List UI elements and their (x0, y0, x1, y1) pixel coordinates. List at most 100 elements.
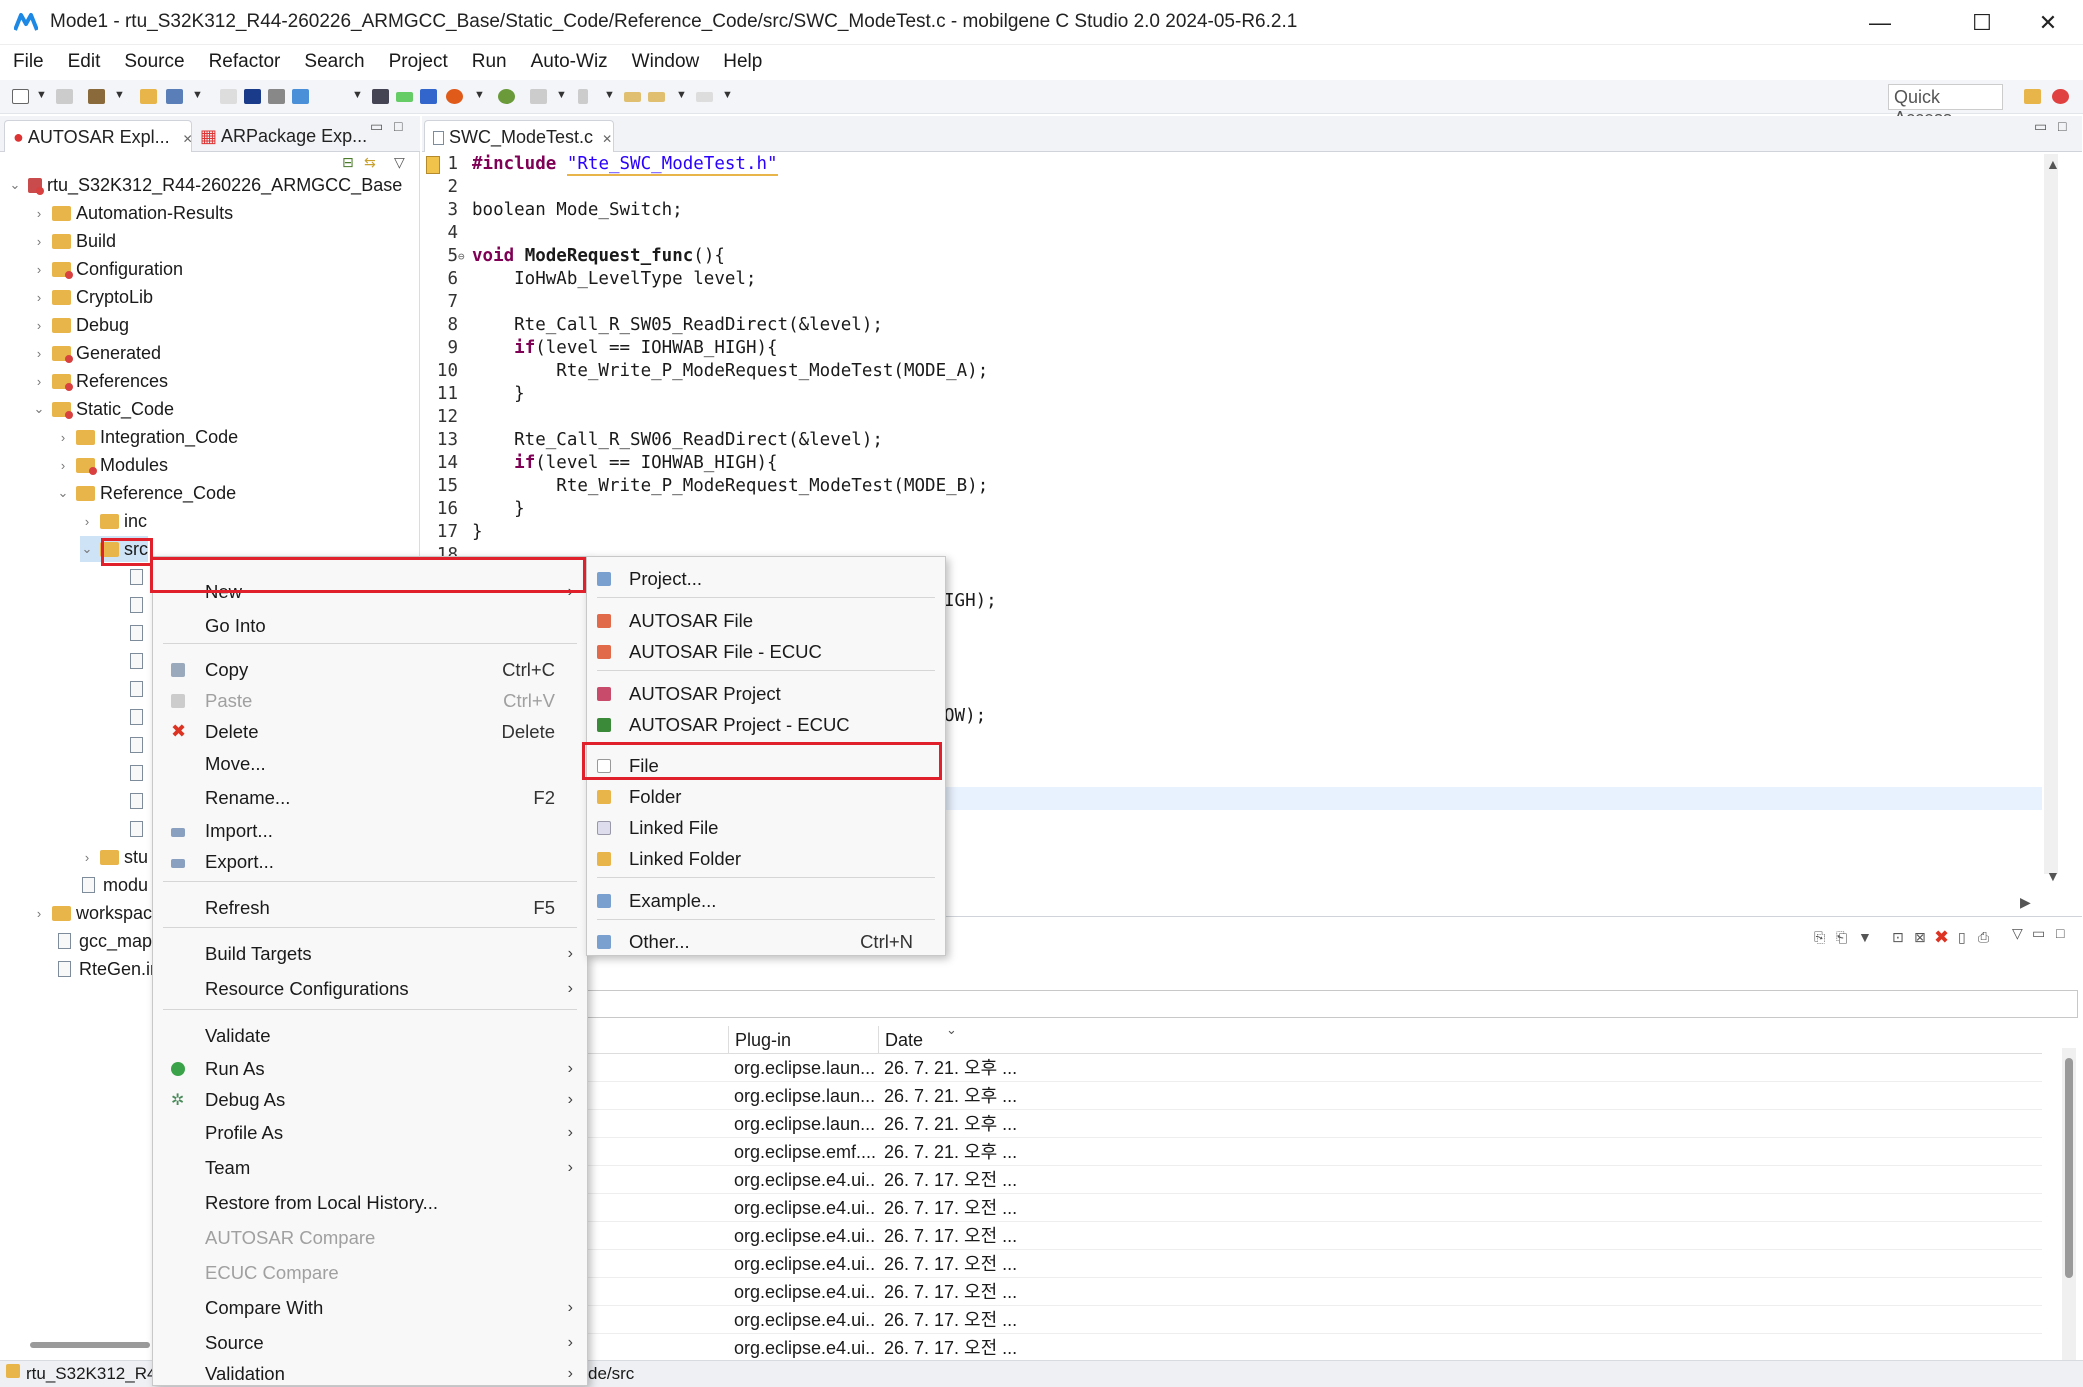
menu-item-delete[interactable]: ✖ Delete Delete (153, 717, 587, 747)
table-row[interactable]: posedorg.eclipse.e4.ui...26. 7. 17. 오전 .… (422, 1166, 2042, 1194)
clear-log-icon[interactable]: ⊡ (1892, 929, 1904, 946)
table-row[interactable]: posedorg.eclipse.e4.ui...26. 7. 17. 오전 .… (422, 1334, 2042, 1362)
close-icon[interactable]: ✕ (602, 132, 612, 146)
menu-file[interactable]: File (0, 51, 56, 73)
tab-arpackage-explorer[interactable]: ▦ ARPackage Exp... (192, 120, 367, 152)
minimize-view-icon[interactable]: ▭ (2032, 925, 2045, 942)
table-row[interactable]: posedorg.eclipse.e4.ui...26. 7. 17. 오전 .… (422, 1250, 2042, 1278)
menu-refactor[interactable]: Refactor (197, 51, 293, 73)
tree-item-debug[interactable]: › Debug (32, 312, 129, 338)
submenu-item-other[interactable]: Other... Ctrl+N (587, 927, 945, 957)
menu-item-ecuc-compare[interactable]: ECUC Compare (153, 1258, 587, 1288)
tree-item-configuration[interactable]: › Configuration (32, 256, 183, 282)
tree-item-references[interactable]: › References (32, 368, 168, 394)
view-menu-icon[interactable]: ▽ (2012, 925, 2023, 942)
column-plugin[interactable]: Plug-in (728, 1026, 868, 1054)
menu-item-new[interactable]: New › (153, 577, 587, 607)
tab-swc-modetest[interactable]: SWC_ModeTest.c ✕ (424, 120, 614, 152)
tree-item-stu[interactable]: › stu (80, 844, 148, 870)
tree-item-reference-code[interactable]: ⌄ Reference_Code (56, 480, 237, 506)
back-icon[interactable] (648, 92, 665, 102)
scrollbar-thumb[interactable] (2065, 1058, 2073, 1278)
debug-icon[interactable] (446, 89, 463, 104)
tree-item-workspace[interactable]: › workspac (32, 900, 152, 926)
tree-item-generated[interactable]: › Generated (32, 340, 161, 366)
edit-icon[interactable] (220, 89, 237, 104)
chevron-right-icon[interactable]: › (32, 346, 46, 361)
chevron-right-icon[interactable]: › (80, 850, 94, 865)
chevron-right-icon[interactable]: › (56, 458, 70, 473)
tree-item-gcc-map[interactable]: gcc_map (58, 928, 152, 954)
menu-item-resource-configurations[interactable]: Resource Configurations › (153, 974, 587, 1004)
maximize-button[interactable]: ☐ (1950, 0, 2014, 45)
chevron-right-icon[interactable]: › (32, 906, 46, 921)
chevron-right-icon[interactable]: › (80, 514, 94, 529)
chevron-down-icon[interactable]: ⌄ (8, 177, 22, 193)
menu-item-export[interactable]: Export... (153, 847, 587, 877)
tree-root[interactable]: ⌄ rtu_S32K312_R44-260226_ARMGCC_Base (8, 172, 402, 198)
menu-search[interactable]: Search (292, 51, 376, 73)
autosar-perspective-icon[interactable] (2052, 89, 2069, 104)
tree-file-item[interactable] (130, 732, 151, 758)
horizontal-scrollbar[interactable] (30, 1342, 150, 1348)
grid-icon[interactable] (372, 89, 389, 104)
chevron-right-icon[interactable]: › (56, 430, 70, 445)
chevron-down-icon[interactable]: ⌄ (80, 541, 94, 557)
submenu-item-example[interactable]: Example... (587, 886, 945, 916)
minimize-view-icon[interactable]: ▭ (370, 118, 383, 135)
tree-item-static-code[interactable]: ⌄ Static_Code (32, 396, 174, 422)
open-folder-icon[interactable] (140, 89, 157, 104)
link-editor-icon[interactable]: ⇆ (364, 154, 376, 171)
menu-item-compare-with[interactable]: Compare With › (153, 1293, 587, 1323)
menu-item-restore-local-history[interactable]: Restore from Local History... (153, 1188, 587, 1218)
maximize-view-icon[interactable]: □ (2058, 118, 2066, 134)
submenu-item-project[interactable]: Project... (587, 564, 945, 594)
menu-edit[interactable]: Edit (56, 51, 113, 73)
wizard-icon[interactable] (268, 89, 285, 104)
open-log-icon[interactable]: ▯ (1958, 929, 1966, 946)
chevron-down-icon[interactable]: ⌄ (32, 401, 46, 417)
submenu-item-folder[interactable]: Folder (587, 782, 945, 812)
scroll-right-icon[interactable]: ▶ (2020, 894, 2031, 911)
back-history-icon[interactable] (624, 92, 641, 102)
tree-file-item[interactable] (130, 788, 151, 814)
forward-icon[interactable] (696, 92, 713, 102)
menu-item-refresh[interactable]: Refresh F5 (153, 893, 587, 923)
dropdown-icon[interactable]: ▼ (604, 89, 615, 101)
submenu-item-autosar-file-ecuc[interactable]: AUTOSAR File - ECUC (587, 637, 945, 667)
tree-item-rtegen[interactable]: RteGen.ir (58, 956, 156, 982)
menu-item-build-targets[interactable]: Build Targets › (153, 939, 587, 969)
menu-window[interactable]: Window (620, 51, 712, 73)
dropdown-icon[interactable]: ▼ (556, 89, 567, 101)
chevron-right-icon[interactable]: › (32, 206, 46, 221)
menu-item-rename[interactable]: Rename... F2 (153, 783, 587, 813)
chevron-right-icon[interactable]: › (32, 234, 46, 249)
tab-autosar-explorer[interactable]: ● AUTOSAR Expl... ✕ (4, 120, 193, 152)
collapse-all-icon[interactable]: ⊟ (342, 154, 354, 171)
tree-file-item[interactable] (130, 564, 151, 590)
save-icon[interactable] (56, 89, 73, 104)
chevron-down-icon[interactable]: ⌄ (56, 485, 70, 501)
scroll-up-icon[interactable]: ▲ (2046, 156, 2060, 172)
menu-item-import[interactable]: Import... (153, 816, 587, 846)
restore-log-icon[interactable]: ⎙ (1978, 929, 1989, 946)
nav-icon[interactable] (578, 89, 588, 104)
menu-item-validation[interactable]: Validation › (153, 1363, 587, 1385)
tree-file-item[interactable] (130, 760, 151, 786)
vertical-scrollbar[interactable] (2044, 154, 2058, 874)
table-row[interactable]: xpression is missiorg.eclipse.laun...26.… (422, 1110, 2042, 1138)
terminal-icon[interactable] (244, 89, 261, 104)
view-menu-icon[interactable]: ▽ (394, 154, 405, 171)
menu-item-move[interactable]: Move... (153, 749, 587, 779)
submenu-item-linked-folder[interactable]: Linked Folder (587, 844, 945, 874)
export-log-icon[interactable]: ⎘ (1814, 929, 1825, 946)
menu-item-debug-as[interactable]: ✲ Debug As › (153, 1085, 587, 1115)
maximize-view-icon[interactable]: □ (2056, 925, 2064, 941)
table-row[interactable]: xpression is missiorg.eclipse.laun...26.… (422, 1054, 2042, 1082)
dropdown-icon[interactable]: ▼ (114, 89, 125, 101)
console-icon[interactable] (396, 92, 413, 102)
minimize-button[interactable]: — (1848, 0, 1912, 45)
chevron-right-icon[interactable]: › (32, 374, 46, 389)
table-row[interactable]: xpression is missiorg.eclipse.laun...26.… (422, 1082, 2042, 1110)
submenu-item-file[interactable]: File (587, 751, 945, 781)
